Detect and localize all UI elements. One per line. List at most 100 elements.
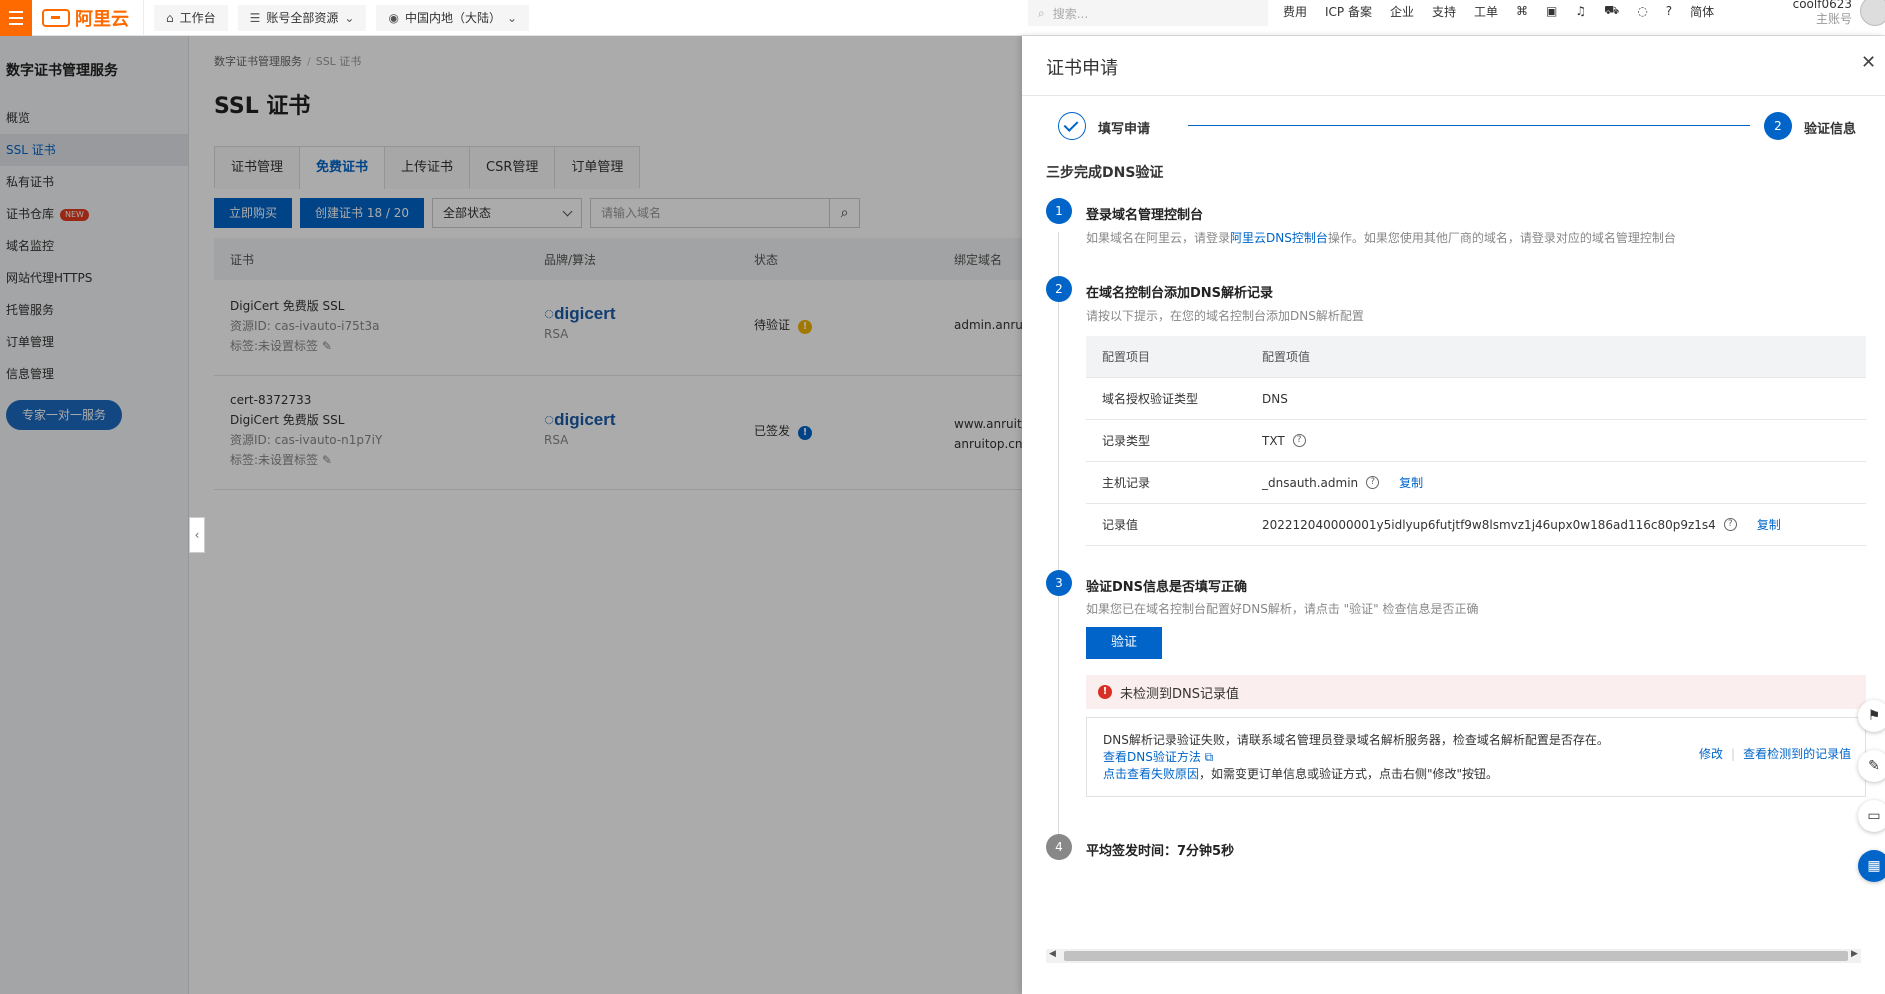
error-banner: ! 未检测到DNS记录值	[1086, 675, 1866, 709]
drawer-title: 证书申请	[1046, 58, 1118, 79]
step-2-label: 验证信息	[1804, 122, 1857, 137]
chevron-down-icon: ⌄	[506, 10, 518, 25]
nav-support[interactable]: 支持	[1432, 3, 1456, 20]
chevron-down-icon: ⌄	[344, 10, 355, 25]
chat-icon[interactable]: ▭	[1858, 800, 1885, 832]
account-info[interactable]: coolf0623 主账号	[1792, 0, 1852, 27]
steps-timeline	[1058, 232, 1059, 852]
nav-icp[interactable]: ICP 备案	[1325, 3, 1372, 20]
steps: 填写申请 2 验证信息	[1058, 112, 1885, 142]
sidebar-collapse-handle[interactable]: ‹	[189, 517, 205, 553]
terminal-icon[interactable]: ▣	[1546, 4, 1557, 18]
config-key: 记录类型	[1102, 434, 1151, 448]
error-actions: 修改 | 查看检测到的记录值	[1699, 747, 1852, 761]
section-1-desc-a: 如果域名在阿里云，请登录	[1086, 231, 1231, 245]
bulb-icon[interactable]: ◌	[1637, 4, 1647, 18]
region-dropdown[interactable]: ◉ 中国内地（大陆） ⌄	[376, 4, 530, 31]
section-1-title: 登录域名管理控制台	[1086, 208, 1204, 223]
copy-value-button[interactable]: 复制	[1757, 516, 1781, 533]
account-resources-label: 账号全部资源	[266, 11, 339, 25]
section-1-desc-b: 操作。如果您使用其他厂商的域名，请登录对应的域名管理控制台	[1327, 231, 1676, 245]
workbench-label: 工作台	[179, 11, 216, 25]
help-icon[interactable]: ?	[1666, 4, 1672, 18]
config-key: 记录值	[1102, 518, 1139, 532]
verify-button[interactable]: 验证	[1086, 627, 1162, 659]
config-key: 主机记录	[1102, 476, 1151, 490]
config-value-cell: _dnsauth.admin? 复制	[1262, 474, 1423, 491]
step-number-2: 2	[1046, 276, 1072, 302]
account-name: coolf0623	[1792, 0, 1852, 11]
section-2-desc: 请按以下提示，在您的域名控制台添加DNS解析配置	[1086, 309, 1364, 323]
step-2-number: 2	[1764, 112, 1792, 140]
section-2-title: 在域名控制台添加DNS解析记录	[1086, 286, 1274, 301]
language-switch[interactable]: 简体	[1690, 3, 1714, 20]
help-icon[interactable]: ?	[1723, 518, 1737, 531]
modify-link[interactable]: 修改	[1699, 747, 1723, 761]
aliyun-logo[interactable]: 阿里云	[32, 0, 144, 36]
drawer-header: 证书申请 ✕	[1022, 36, 1885, 96]
dns-console-link[interactable]: 阿里云DNS控制台	[1230, 231, 1328, 245]
section-3-title: 验证DNS信息是否填写正确	[1086, 580, 1248, 595]
account-resources-dropdown[interactable]: ☰ 账号全部资源 ⌄	[237, 4, 367, 31]
workbench-button[interactable]: ⌂ 工作台	[154, 4, 228, 31]
floating-toolbar: ⚑ ✎ ▭ ▦	[1858, 700, 1885, 900]
code-icon[interactable]: ⌘	[1516, 4, 1528, 18]
step-1-label: 填写申请	[1098, 122, 1151, 137]
config-key-header: 配置项目	[1102, 350, 1151, 364]
aliyun-logo-mark	[42, 8, 70, 27]
home-icon: ⌂	[166, 10, 174, 25]
step-number-4: 4	[1046, 834, 1072, 860]
step-connector	[1188, 125, 1750, 126]
nav-cost[interactable]: 费用	[1283, 3, 1307, 20]
config-value: DNS	[1262, 391, 1288, 406]
view-records-link[interactable]: 查看检测到的记录值	[1743, 747, 1851, 761]
bell-icon[interactable]: ♫	[1575, 4, 1586, 18]
copy-host-button[interactable]: 复制	[1399, 474, 1423, 491]
config-row: 主机记录 _dnsauth.admin? 复制	[1086, 462, 1866, 504]
section-3-desc: 如果您已在域名控制台配置好DNS解析，请点击 "验证" 检查信息是否正确	[1086, 602, 1479, 616]
global-search-input[interactable]: ⌕ 搜索...	[1028, 0, 1268, 26]
config-value[interactable]: 202212040000001y5idlyup6futjtf9w8lsmvz1j…	[1262, 518, 1716, 532]
cart-icon[interactable]: ⛟	[1604, 3, 1619, 19]
nav-ticket[interactable]: 工单	[1474, 3, 1498, 20]
apps-icon[interactable]: ▦	[1858, 850, 1885, 882]
scroll-left-icon[interactable]: ◀	[1049, 949, 1056, 959]
step-number-1: 1	[1046, 198, 1072, 224]
config-value-header: 配置项值	[1262, 350, 1311, 364]
section-1-desc: 如果域名在阿里云，请登录阿里云DNS控制台操作。如果您使用其他厂商的域名，请登录…	[1086, 229, 1676, 246]
region-label: 中国内地（大陆）	[404, 11, 501, 25]
failure-reason-link[interactable]: 点击查看失败原因	[1103, 767, 1199, 781]
scroll-thumb[interactable]	[1064, 951, 1848, 961]
list-icon: ☰	[249, 10, 261, 25]
search-icon: ⌕	[1038, 5, 1045, 20]
account-role: 主账号	[1815, 12, 1852, 26]
pen-icon[interactable]: ✎	[1858, 750, 1885, 782]
cert-apply-drawer: 证书申请 ✕ 填写申请 2 验证信息 三步完成DNS验证 1 登录域名管理控制台…	[1022, 36, 1885, 994]
check-icon	[1058, 112, 1086, 140]
error-details: DNS解析记录验证失败，请联系域名管理员登录域名解析服务器，检查域名解析配置是否…	[1086, 717, 1866, 797]
external-link-icon[interactable]: ⧉	[1205, 750, 1214, 764]
nav-enterprise[interactable]: 企业	[1390, 3, 1414, 20]
close-icon[interactable]: ✕	[1861, 52, 1876, 73]
help-icon[interactable]: ?	[1292, 434, 1306, 447]
section-4-title: 平均签发时间：7分钟5秒	[1086, 844, 1235, 859]
pin-icon[interactable]: ⚑	[1858, 700, 1885, 732]
logo-text: 阿里云	[75, 8, 129, 30]
help-icon[interactable]: ?	[1366, 476, 1380, 489]
config-value[interactable]: _dnsauth.admin	[1262, 476, 1358, 490]
modal-overlay[interactable]	[0, 36, 1022, 994]
step-number-3: 3	[1046, 570, 1072, 596]
horizontal-scrollbar[interactable]: ◀ ▶	[1046, 949, 1861, 963]
menu-icon[interactable]	[0, 0, 32, 36]
config-key: 域名授权验证类型	[1102, 392, 1199, 406]
dns-config-table: 配置项目 配置项值 域名授权验证类型 DNS 记录类型 TXT? 主机记录 _d…	[1086, 336, 1866, 546]
scroll-right-icon[interactable]: ▶	[1851, 949, 1858, 959]
config-header: 配置项目 配置项值	[1086, 336, 1866, 378]
config-value: TXT	[1262, 433, 1285, 448]
location-icon: ◉	[388, 10, 399, 25]
drawer-subtitle: 三步完成DNS验证	[1046, 165, 1164, 181]
config-row: 记录值 202212040000001y5idlyup6futjtf9w8lsm…	[1086, 504, 1866, 546]
dns-method-link[interactable]: 查看DNS验证方法	[1103, 750, 1201, 764]
error-icon: !	[1098, 685, 1112, 699]
error-title: 未检测到DNS记录值	[1120, 686, 1239, 702]
